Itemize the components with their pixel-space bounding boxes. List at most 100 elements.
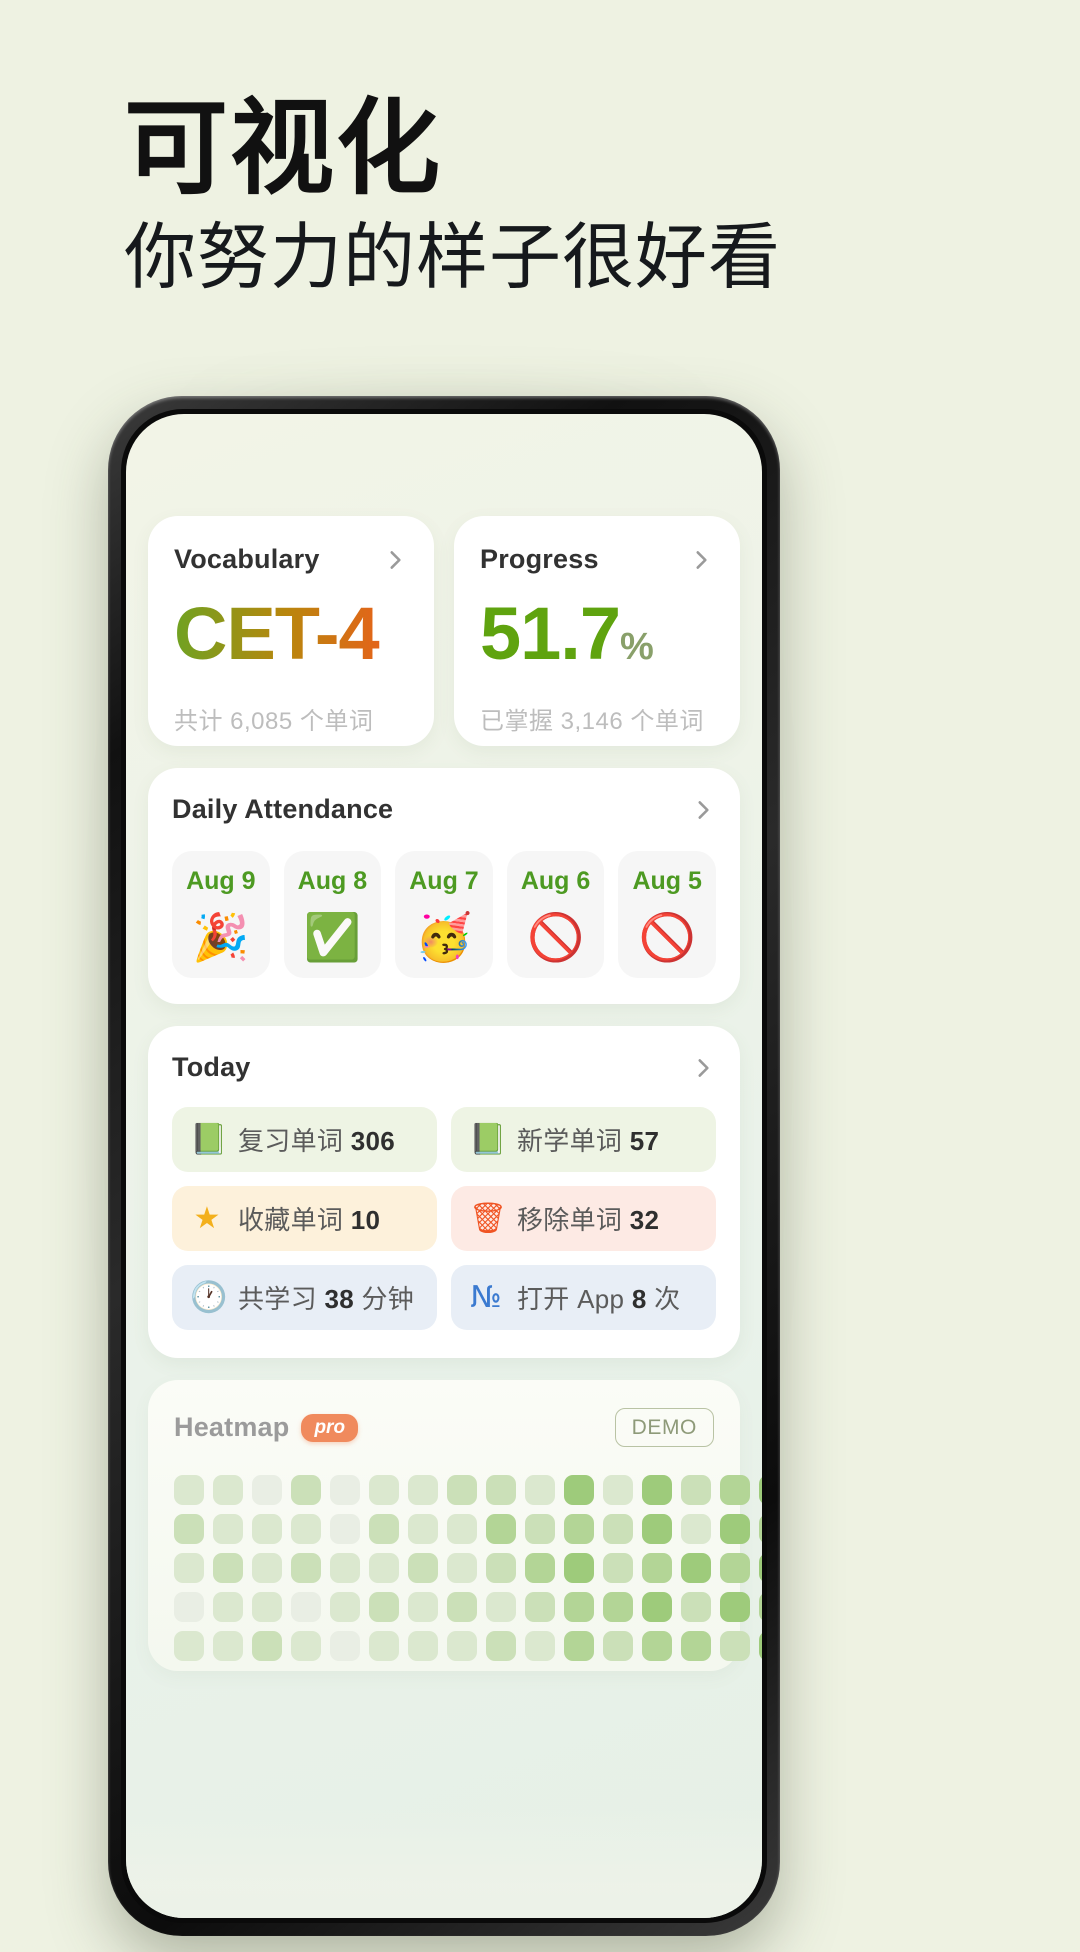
pro-badge: pro xyxy=(301,1413,359,1442)
page-title: 可视化 xyxy=(124,86,443,209)
heatmap-cell xyxy=(720,1475,750,1505)
progress-card[interactable]: Progress 51.7% 已掌握 3,146 个单词 xyxy=(454,516,740,746)
today-stat-removed-words[interactable]: 🗑 移除单词 32 xyxy=(451,1186,716,1251)
heatmap-cell xyxy=(252,1475,282,1505)
progress-card-title: Progress xyxy=(480,544,599,574)
phone-screen: Vocabulary CET-4 共计 6,085 个单词 Progress 5… xyxy=(126,414,762,1918)
attendance-day-label: Aug 6 xyxy=(520,867,591,895)
heatmap-cell xyxy=(174,1475,204,1505)
chevron-right-icon[interactable] xyxy=(382,547,408,573)
attendance-day-tile[interactable]: Aug 6 🚫 xyxy=(506,851,605,978)
clock-icon: 🕐 xyxy=(190,1279,228,1315)
today-card-title: Today xyxy=(172,1052,251,1082)
vocabulary-card[interactable]: Vocabulary CET-4 共计 6,085 个单词 xyxy=(148,516,434,746)
chevron-right-icon[interactable] xyxy=(690,1055,716,1081)
today-stat-label: 打开 App xyxy=(517,1284,625,1314)
heatmap-card-title: Heatmap xyxy=(174,1412,290,1442)
heatmap-cell xyxy=(486,1475,516,1505)
attendance-day-label: Aug 8 xyxy=(297,867,368,895)
heatmap-cell xyxy=(369,1553,399,1583)
progress-percent-value: 51.7 xyxy=(480,592,621,675)
heatmap-cell xyxy=(174,1514,204,1544)
heatmap-cell xyxy=(447,1553,477,1583)
heatmap-cell xyxy=(486,1514,516,1544)
daily-attendance-card[interactable]: Daily Attendance Aug 9 🎉 Aug 8 ✅ Aug 7 🥳… xyxy=(148,768,740,1004)
heatmap-grid xyxy=(174,1475,762,1661)
attendance-day-label: Aug 5 xyxy=(632,867,702,895)
vocabulary-level-value: CET-4 xyxy=(174,597,408,671)
heatmap-cell xyxy=(408,1553,438,1583)
today-stat-review-words[interactable]: 📗 复习单词 306 xyxy=(172,1107,437,1172)
attendance-day-tile[interactable]: Aug 7 🥳 xyxy=(395,851,493,978)
heatmap-cell xyxy=(681,1475,711,1505)
poster-heading-block: 可视化 你努力的样子很好看 xyxy=(124,96,984,300)
progress-card-header: Progress xyxy=(480,544,714,575)
heatmap-card[interactable]: Heatmap pro DEMO xyxy=(148,1380,762,1671)
attendance-day-tile[interactable]: Aug 8 ✅ xyxy=(283,851,382,978)
heatmap-cell xyxy=(603,1553,633,1583)
phone-bezel: Vocabulary CET-4 共计 6,085 个单词 Progress 5… xyxy=(121,409,767,1923)
today-stat-suffix: 次 xyxy=(654,1284,681,1314)
heatmap-cell xyxy=(759,1553,762,1583)
attendance-day-tile[interactable]: Aug 5 🚫 xyxy=(618,851,716,978)
partying-face-icon: 🥳 xyxy=(415,910,473,964)
today-stat-study-minutes[interactable]: 🕐 共学习 38 分钟 xyxy=(172,1265,437,1330)
chevron-right-icon[interactable] xyxy=(690,797,716,823)
heatmap-cell xyxy=(291,1514,321,1544)
today-stat-text: 收藏单词 10 xyxy=(238,1200,380,1237)
vocabulary-card-footer: 共计 6,085 个单词 xyxy=(174,708,374,735)
today-stat-text: 移除单词 32 xyxy=(517,1200,659,1237)
today-stat-suffix: 分钟 xyxy=(361,1284,415,1314)
attendance-card-header: Daily Attendance xyxy=(172,794,716,825)
heatmap-cell xyxy=(720,1631,750,1661)
attendance-card-title: Daily Attendance xyxy=(172,794,394,824)
today-card[interactable]: Today 📗 复习单词 306 📗 新学单词 57 ★ 收藏单词 10 🗑 移… xyxy=(148,1026,740,1358)
heatmap-cell xyxy=(486,1631,516,1661)
heatmap-cell xyxy=(525,1514,555,1544)
today-stat-new-words[interactable]: 📗 新学单词 57 xyxy=(451,1107,716,1172)
heatmap-cell xyxy=(564,1514,594,1544)
heatmap-cell xyxy=(447,1631,477,1661)
heatmap-cell xyxy=(447,1475,477,1505)
summary-cards-row: Vocabulary CET-4 共计 6,085 个单词 Progress 5… xyxy=(148,414,740,746)
today-stat-value: 10 xyxy=(350,1205,381,1235)
today-stat-value: 8 xyxy=(631,1284,647,1314)
progress-value-row: 51.7% xyxy=(480,597,714,671)
progress-card-footer: 已掌握 3,146 个单词 xyxy=(480,708,704,735)
heatmap-cell xyxy=(330,1631,360,1661)
chevron-right-icon[interactable] xyxy=(688,547,714,573)
heatmap-cell xyxy=(252,1631,282,1661)
heatmap-title-group: Heatmap pro xyxy=(174,1412,359,1443)
heatmap-cell xyxy=(720,1553,750,1583)
app-scroll-area[interactable]: Vocabulary CET-4 共计 6,085 个单词 Progress 5… xyxy=(126,414,762,1918)
heatmap-cell xyxy=(252,1514,282,1544)
today-stat-app-opens[interactable]: № 打开 App 8 次 xyxy=(451,1265,716,1330)
heatmap-cell xyxy=(408,1631,438,1661)
heatmap-cell xyxy=(642,1631,672,1661)
heatmap-cell xyxy=(642,1553,672,1583)
heatmap-cell xyxy=(408,1475,438,1505)
heatmap-cell xyxy=(759,1475,762,1505)
heatmap-cell xyxy=(252,1592,282,1622)
phone-frame: Vocabulary CET-4 共计 6,085 个单词 Progress 5… xyxy=(108,396,780,1936)
heatmap-cell xyxy=(603,1475,633,1505)
heatmap-cell xyxy=(603,1514,633,1544)
today-stat-text: 打开 App 8 次 xyxy=(517,1279,680,1316)
today-stat-label: 新学单词 xyxy=(517,1126,623,1156)
today-stat-text: 新学单词 57 xyxy=(517,1121,659,1158)
heatmap-row xyxy=(174,1631,762,1661)
party-popper-icon: 🎉 xyxy=(192,910,250,964)
check-badge-icon: ✅ xyxy=(303,910,362,964)
heatmap-cell xyxy=(564,1631,594,1661)
heatmap-cell xyxy=(369,1592,399,1622)
today-stat-label: 复习单词 xyxy=(238,1126,344,1156)
heatmap-cell xyxy=(213,1553,243,1583)
heatmap-card-header: Heatmap pro DEMO xyxy=(174,1408,714,1447)
attendance-day-tile[interactable]: Aug 9 🎉 xyxy=(172,851,270,978)
attendance-day-label: Aug 7 xyxy=(409,867,479,895)
today-stat-value: 32 xyxy=(629,1205,660,1235)
heatmap-cell xyxy=(291,1592,321,1622)
today-stat-starred-words[interactable]: ★ 收藏单词 10 xyxy=(172,1186,437,1251)
green-book-icon: 📗 xyxy=(469,1121,507,1157)
demo-badge[interactable]: DEMO xyxy=(614,1408,714,1447)
